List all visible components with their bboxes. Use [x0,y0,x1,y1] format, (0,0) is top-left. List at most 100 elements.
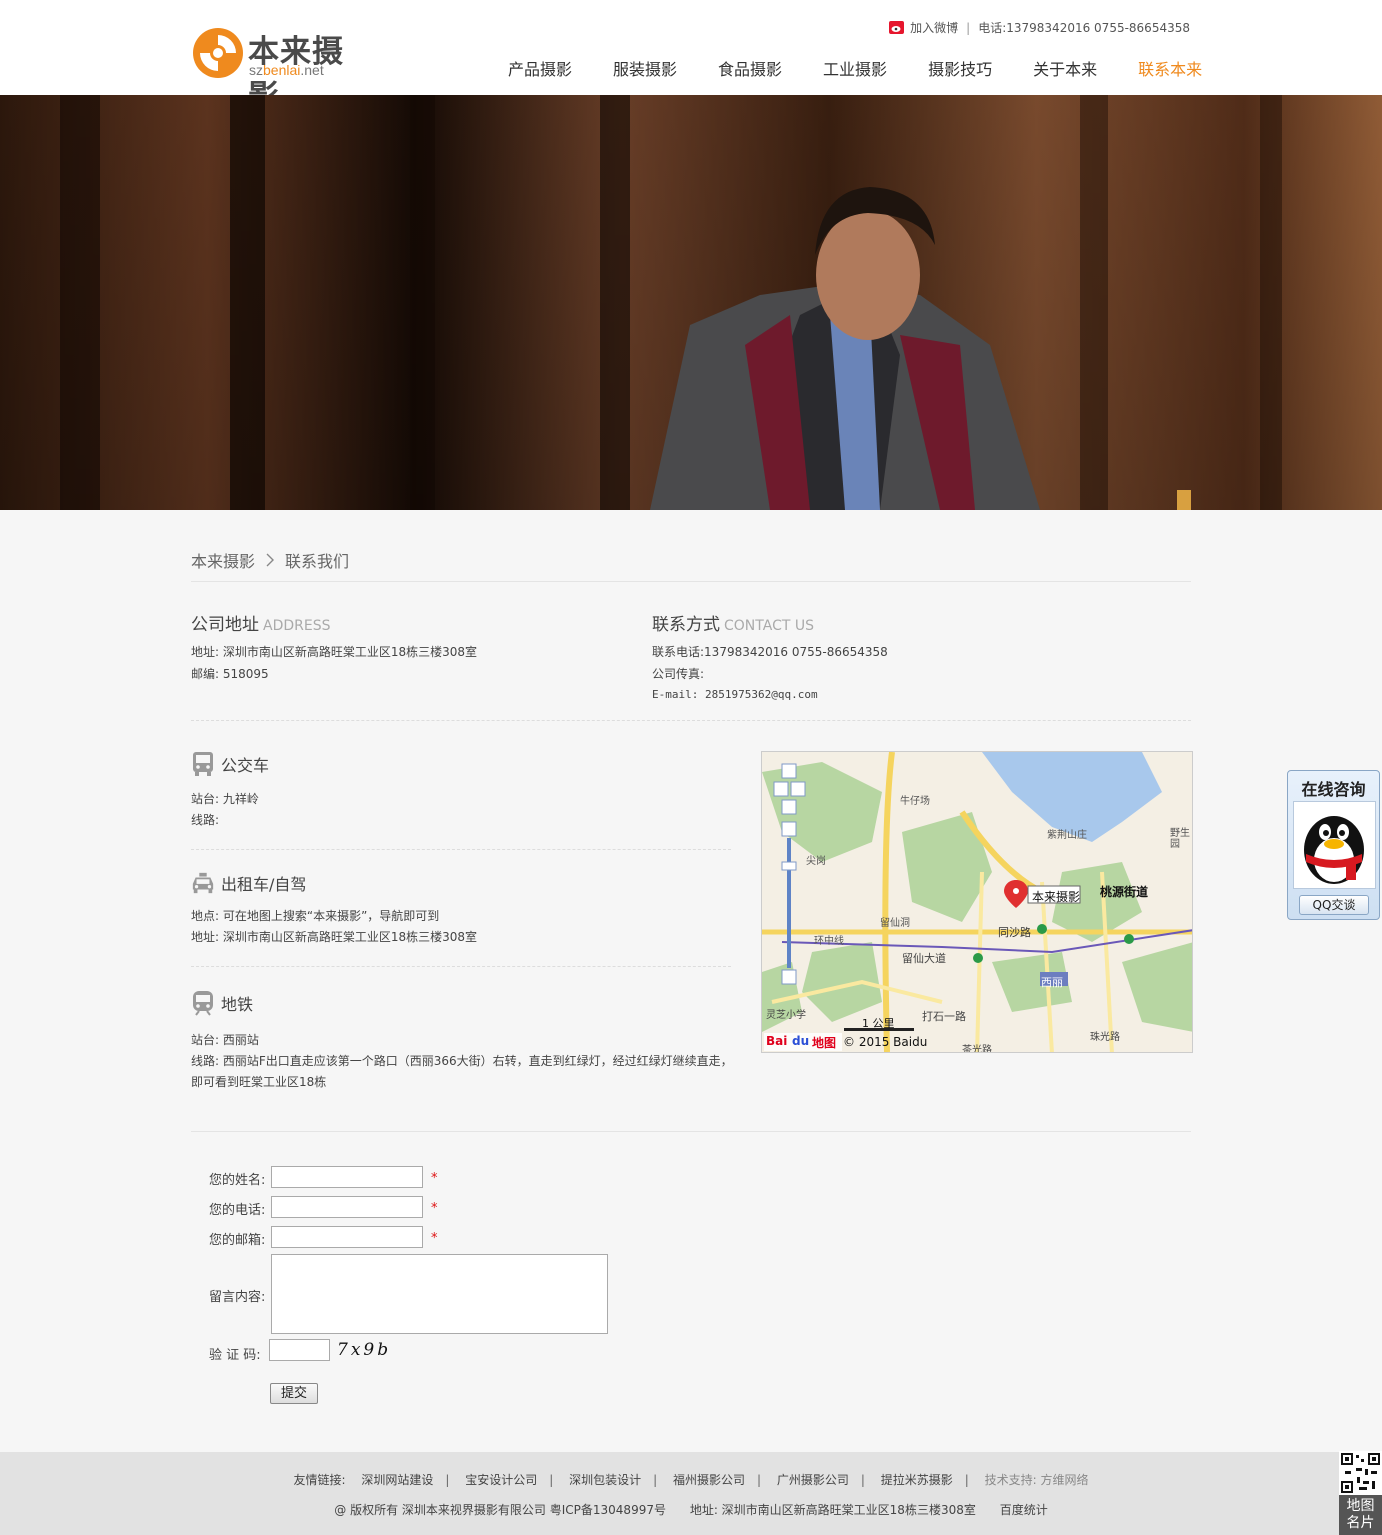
email-label: 您的邮箱: [209,1233,266,1248]
separator: | [445,1473,450,1487]
map-place: 环中线 [814,936,844,947]
weibo-icon[interactable] [889,21,905,34]
separator: | [860,1473,865,1487]
contact-title: 联系方式 CONTACT US [652,615,814,635]
map-place: 牛仔场 [900,796,930,807]
qr-card[interactable]: 地图 名片 [1339,1451,1382,1535]
nav-item-product[interactable]: 产品摄影 [508,56,572,80]
stats-link[interactable]: 百度统计 [1000,1503,1048,1517]
friend-links-label: 友情链接: [293,1473,346,1487]
taxi-icon [192,872,214,894]
site-header: 本来摄影 szbenlai.net 加入微博 | 电话:13798342016 … [0,0,1382,115]
subway-heading: 地铁 [191,990,253,1016]
qr-code-icon [1341,1453,1380,1493]
top-contact-bar: 加入微博 | 电话:13798342016 0755-86654358 [889,19,1190,36]
name-input[interactable] [271,1166,423,1188]
breadcrumb-current: 联系我们 [285,552,350,571]
submit-button[interactable]: 提交 [270,1383,318,1404]
subway-icon [193,991,213,1016]
contact-fax: 公司传真: [652,667,705,681]
contact-email[interactable]: E-mail: 2851975362@qq.com [652,688,818,701]
top-phone: 电话:13798342016 0755-86654358 [978,21,1190,35]
separator: | [549,1473,554,1487]
phone-label: 您的电话: [209,1203,266,1218]
required-mark: * [431,1201,438,1216]
nav-item-industrial[interactable]: 工业摄影 [823,56,887,80]
map-canvas[interactable] [762,752,1193,1053]
bus-stop: 站台: 九祥岭 [191,792,259,806]
nav-item-about[interactable]: 关于本来 [1033,56,1097,80]
captcha-image[interactable]: 7x9b [337,1340,397,1362]
captcha-input[interactable] [269,1339,330,1361]
subway-route: 线路: 西丽站F出口直走应该第一个路口（西丽366大街）右转，直走到红绿灯，经过… [191,1054,733,1068]
map-brand: 地图 [812,1036,837,1050]
friend-links: 友情链接: 深圳网站建设 | 宝安设计公司 | 深圳包装设计 | 福州摄影公司 | 广州… [0,1471,1382,1488]
tech-support[interactable]: 技术支持: 方维网络 [985,1473,1089,1487]
footer-copyright: @ 版权所有 深圳本来视界摄影有限公司 粤ICP备13048997号 地址: 深… [0,1501,1382,1518]
map-marker-label[interactable]: 本来摄影 [1032,888,1080,905]
taxi-location: 地点: 可在地图上搜索“本来摄影”，导航即可到 [191,909,440,923]
divider [191,966,731,967]
qq-penguin-icon [1304,816,1364,884]
separator: | [653,1473,658,1487]
map-card-label[interactable]: 地图 名片 [1339,1495,1382,1535]
main-nav: 产品摄影 服装摄影 食品摄影 工业摄影 摄影技巧 关于本来 联系本来 [488,56,1202,80]
map-place: 桃源街道 [1100,885,1149,899]
subway-title: 地铁 [221,995,254,1014]
divider [191,1131,1191,1132]
nav-item-contact[interactable]: 联系本来 [1138,56,1202,80]
map-place: 留仙大道 [902,952,946,965]
required-mark: * [431,1171,438,1186]
address-line: 地址: 深圳市南山区新高路旺棠工业区18栋三楼308室 [191,645,478,659]
footer-link[interactable]: 宝安设计公司 [465,1473,537,1487]
divider [191,720,1191,721]
email-input[interactable] [271,1226,423,1248]
banner-image [0,95,1382,510]
nav-item-food[interactable]: 食品摄影 [718,56,782,80]
qq-chat-button[interactable]: QQ交谈 [1299,895,1369,915]
postcode-line: 邮编: 518095 [191,667,269,681]
map-place: 留仙洞 [880,918,910,929]
footer-link[interactable]: 深圳包装设计 [569,1473,641,1487]
map-place: 灵芝小学 [766,1010,806,1021]
map-place: 茶光路 [962,1045,992,1053]
separator: | [964,1473,969,1487]
message-textarea[interactable] [271,1254,608,1334]
qq-avatar[interactable] [1293,801,1376,889]
breadcrumb-home[interactable]: 本来摄影 [191,548,255,572]
logo-mark-icon [193,28,243,78]
map-place: 同沙路 [998,926,1031,939]
footer-link[interactable]: 深圳网站建设 [361,1473,433,1487]
online-consult-widget: 在线咨询 QQ交谈 [1287,770,1380,920]
site-logo[interactable]: 本来摄影 szbenlai.net [192,24,362,115]
logo-domain: szbenlai.net [249,62,324,78]
subway-route-cont: 即可看到旺棠工业区18栋 [191,1075,327,1089]
map-copyright: © 2015 Baidu [843,1035,928,1049]
weibo-link[interactable]: 加入微博 [910,19,958,36]
phone-input[interactable] [271,1196,423,1218]
divider [191,581,1191,582]
nav-item-clothing[interactable]: 服装摄影 [613,56,677,80]
nav-item-tips[interactable]: 摄影技巧 [928,56,992,80]
hero-banner [0,95,1382,510]
breadcrumb: 本来摄影 联系我们 [191,548,349,572]
footer-link[interactable]: 广州摄影公司 [777,1473,849,1487]
bus-route: 线路: [191,813,220,827]
address-title: 公司地址 ADDRESS [191,615,331,635]
footer-link[interactable]: 提拉米苏摄影 [881,1473,953,1487]
map-place: 珠光路 [1090,1032,1120,1043]
map-place: 紫荆山庄 [1047,830,1087,841]
name-label: 您的姓名: [209,1173,266,1188]
map-place: 打石一路 [922,1010,966,1023]
divider [191,849,731,850]
map-place: 尖岗 [806,856,826,867]
footer-link[interactable]: 福州摄影公司 [673,1473,745,1487]
map-scale: 1 公里 [862,1017,895,1030]
map-brand: Bai [766,1034,788,1048]
bus-heading: 公交车 [191,751,269,777]
taxi-title: 出租车/自驾 [221,875,307,894]
required-mark: * [431,1231,438,1246]
location-map[interactable]: 本来摄影 桃源街道 牛仔场 紫荆山庄 野生园 尖岗 留仙洞 同沙路 环中线 留仙… [761,751,1193,1053]
footer-address: 地址: 深圳市南山区新高路旺棠工业区18栋三楼308室 [689,1503,976,1517]
contact-phone: 联系电话:13798342016 0755-86654358 [652,645,888,659]
